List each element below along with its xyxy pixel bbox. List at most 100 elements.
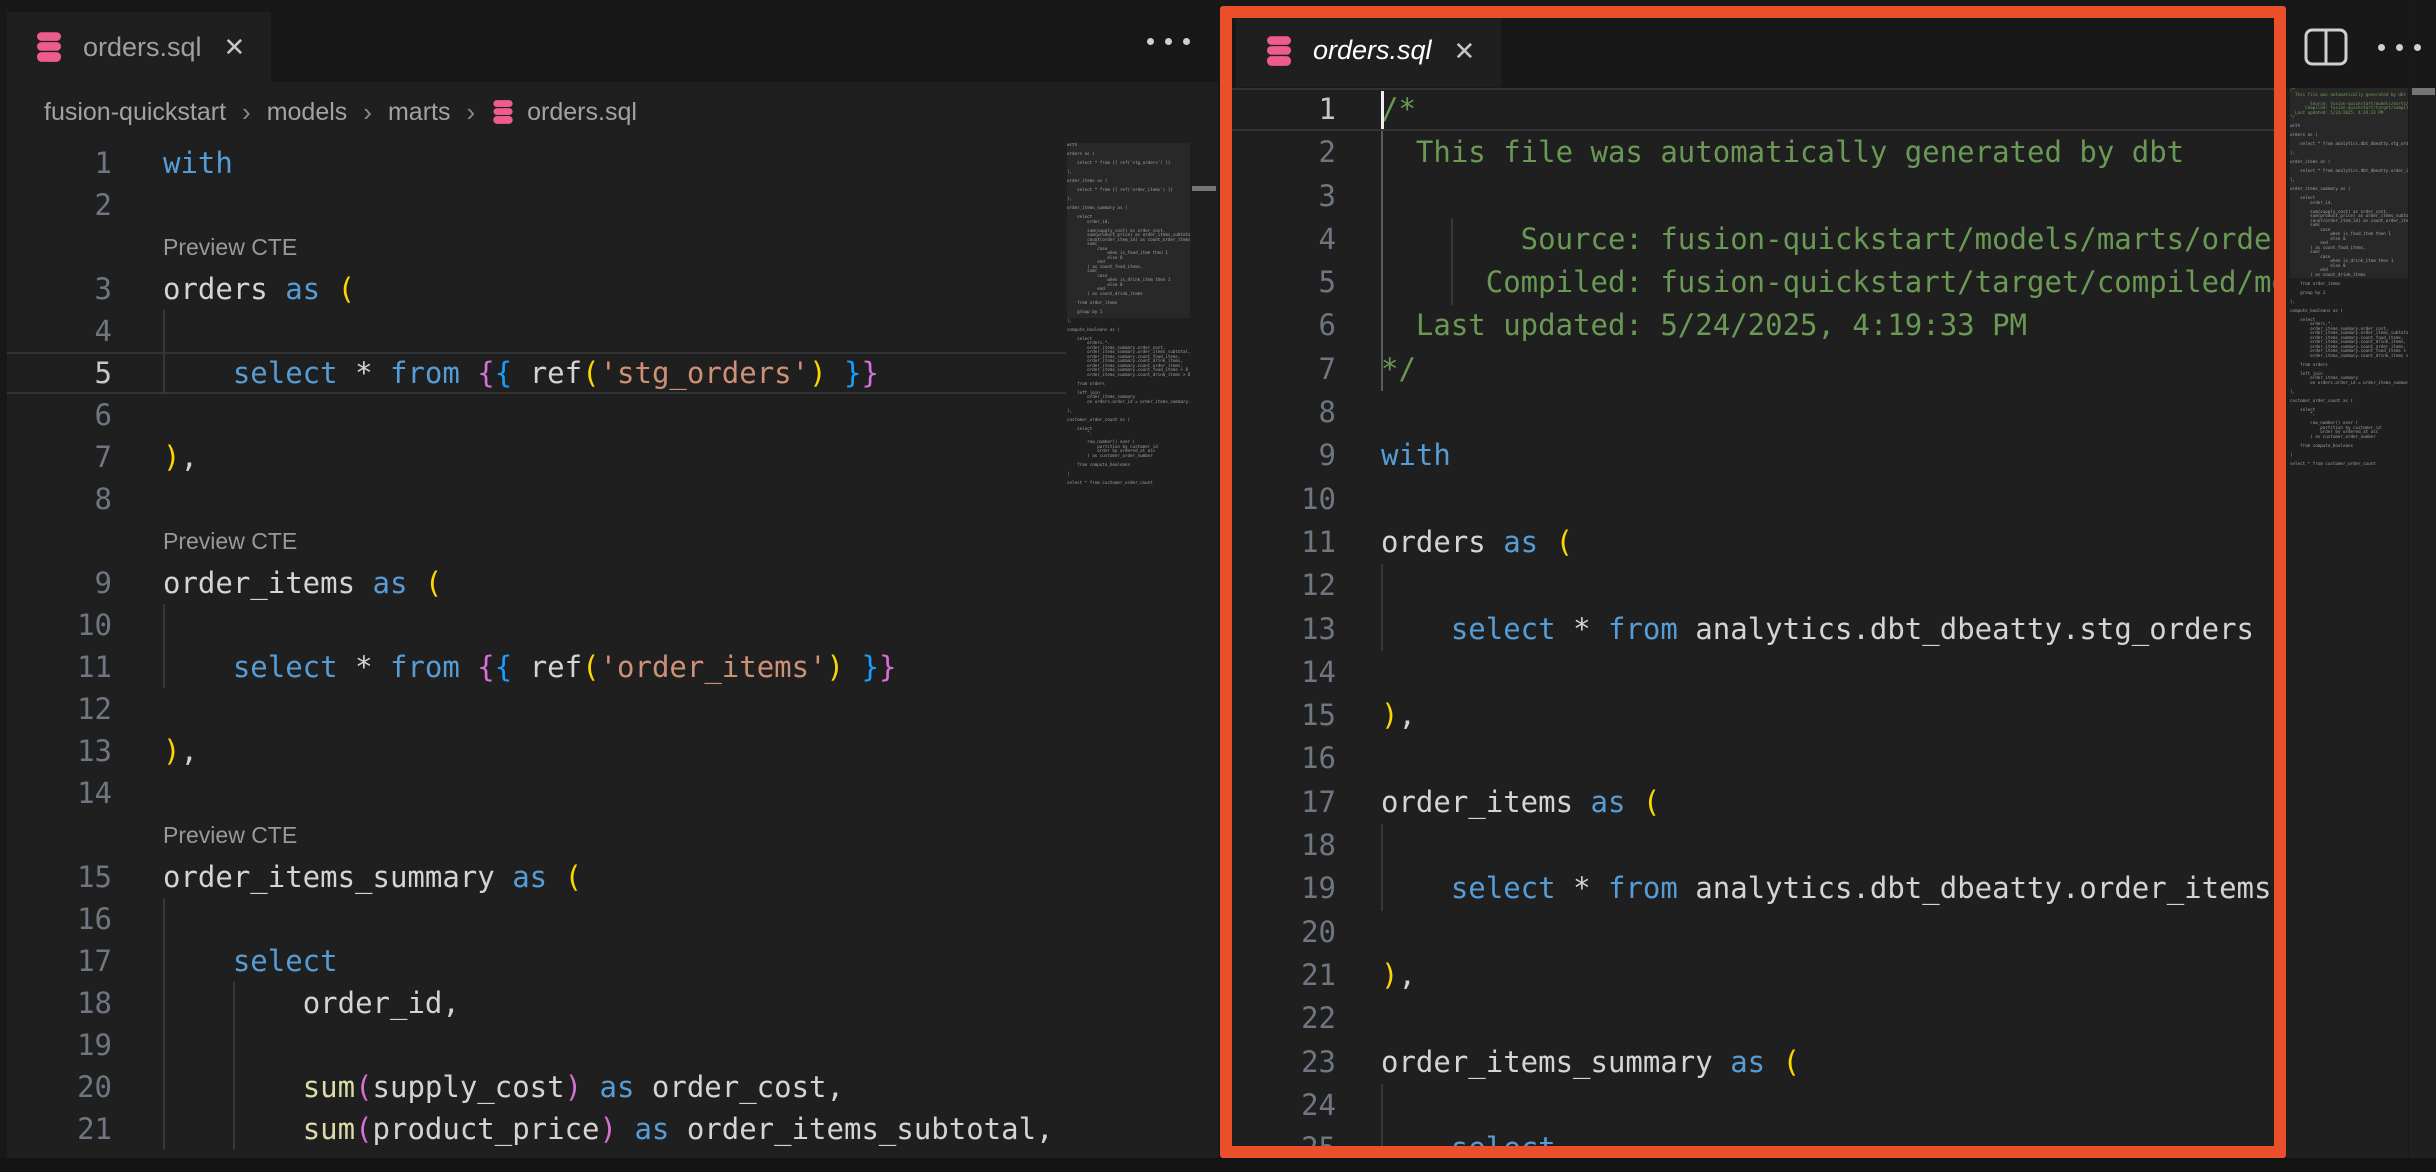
indent-guide — [163, 604, 165, 688]
code-line: 19 select * from analytics.dbt_dbeatty.o… — [1221, 867, 2276, 910]
line-number: 12 — [1221, 564, 1336, 607]
code-line: 3orders as ( — [0, 268, 1066, 310]
code-line: 21), — [1221, 954, 2276, 997]
codelens-row: Preview CTE — [0, 226, 1066, 268]
code-line: 13 select * from analytics.dbt_dbeatty.s… — [1221, 608, 2276, 651]
codelens-preview-cte[interactable]: Preview CTE — [163, 520, 297, 562]
line-number: 17 — [0, 940, 112, 982]
line-number — [0, 226, 112, 268]
more-actions-icon[interactable] — [1147, 38, 1190, 45]
line-number: 5 — [0, 352, 112, 394]
code-line: 16 — [1221, 737, 2276, 780]
line-number: 14 — [1221, 651, 1336, 694]
right-tab-bar: orders.sql ✕ — [1221, 0, 2436, 88]
line-number: 2 — [1221, 131, 1336, 174]
indent-guide — [1381, 824, 1383, 911]
code-editor-source[interactable]: 1with2Preview CTE3orders as (45 select *… — [0, 142, 1066, 1150]
line-number: 2 — [0, 184, 112, 226]
line-number: 7 — [1221, 348, 1336, 391]
tab-orders-sql-compiled[interactable]: orders.sql ✕ — [1236, 14, 1501, 87]
line-number: 3 — [1221, 175, 1336, 218]
code-line: 22 — [1221, 997, 2276, 1040]
code-line: 9order_items as ( — [0, 562, 1066, 604]
line-number: 14 — [0, 772, 112, 814]
line-number: 17 — [1221, 781, 1336, 824]
code-line: 8 — [1221, 391, 2276, 434]
line-number: 8 — [1221, 391, 1336, 434]
code-line: 20 — [1221, 911, 2276, 954]
line-number: 4 — [1221, 218, 1336, 261]
line-number: 18 — [0, 982, 112, 1024]
code-line: 25 select — [1221, 1127, 2276, 1158]
minimap-line: select * from customer_order_count — [1067, 481, 1190, 486]
minimap-line: on orders.order_id = order_items_summary… — [2290, 381, 2408, 386]
code-line: 11orders as ( — [1221, 521, 2276, 564]
code-line: 10 — [1221, 478, 2276, 521]
breadcrumb: fusion-quickstart › models › marts › ord… — [0, 82, 1218, 142]
vscode-window: orders.sql ✕ fusion-quickstart › models … — [0, 0, 2436, 1172]
code-line: 7), — [0, 436, 1066, 478]
line-number: 10 — [1221, 478, 1336, 521]
minimap-line: order_items_summary.count_drink_items > … — [2290, 354, 2408, 359]
code-line: 8 — [0, 478, 1066, 520]
database-file-icon — [491, 99, 515, 125]
code-line: 7*/ — [1221, 348, 2276, 391]
code-line: 15), — [1221, 694, 2276, 737]
line-number: 7 — [0, 436, 112, 478]
code-editor-compiled[interactable]: 1/*2 This file was automatically generat… — [1221, 88, 2276, 1158]
line-number: 11 — [1221, 521, 1336, 564]
tab-orders-sql-left[interactable]: orders.sql ✕ — [6, 12, 271, 82]
indent-guide — [1381, 1084, 1383, 1158]
code-line: 12 — [0, 688, 1066, 730]
codelens-preview-cte[interactable]: Preview CTE — [163, 814, 297, 856]
code-line: 24 — [1221, 1084, 2276, 1127]
line-number: 9 — [1221, 434, 1336, 477]
split-editor-icon[interactable] — [2304, 28, 2348, 66]
chevron-right-icon: › — [466, 97, 475, 128]
minimap-slider[interactable] — [1067, 143, 1190, 318]
line-number: 20 — [1221, 911, 1336, 954]
line-number — [0, 520, 112, 562]
breadcrumb-item-marts[interactable]: marts — [388, 98, 451, 127]
tab-close-icon[interactable]: ✕ — [224, 34, 246, 60]
line-number: 5 — [1221, 261, 1336, 304]
line-number: 1 — [1221, 88, 1336, 131]
code-line: 14 — [1221, 651, 2276, 694]
code-line: 16 — [0, 898, 1066, 940]
indent-guide — [163, 310, 165, 394]
line-number: 12 — [0, 688, 112, 730]
code-line: 19 — [0, 1024, 1066, 1066]
line-number: 3 — [0, 268, 112, 310]
line-number: 6 — [1221, 304, 1336, 347]
line-number: 8 — [0, 478, 112, 520]
code-line: 6 — [0, 394, 1066, 436]
tab-close-icon[interactable]: ✕ — [1454, 38, 1476, 64]
code-line: 11 select * from {{ ref('order_items') }… — [0, 646, 1066, 688]
codelens-row: Preview CTE — [0, 814, 1066, 856]
line-number: 22 — [1221, 997, 1336, 1040]
window-edge — [0, 0, 7, 1158]
breadcrumb-item-models[interactable]: models — [267, 98, 348, 127]
tab-label: orders.sql — [1313, 35, 1432, 66]
vertical-scrollbar[interactable] — [1190, 0, 1218, 1158]
indent-guide — [233, 982, 235, 1150]
breadcrumb-item-project[interactable]: fusion-quickstart — [44, 98, 226, 127]
minimap-slider[interactable] — [2290, 88, 2408, 278]
minimap-line: on orders.order_id = order_items_summary… — [1067, 400, 1190, 405]
line-number: 25 — [1221, 1127, 1336, 1158]
editor-group-left: orders.sql ✕ fusion-quickstart › models … — [0, 0, 1218, 1158]
vertical-scrollbar[interactable] — [2408, 0, 2436, 1158]
indent-guide — [163, 898, 165, 1150]
line-number: 24 — [1221, 1084, 1336, 1127]
codelens-row: Preview CTE — [0, 520, 1066, 562]
line-number: 9 — [0, 562, 112, 604]
chevron-right-icon: › — [242, 97, 251, 128]
code-line: 15order_items_summary as ( — [0, 856, 1066, 898]
codelens-preview-cte[interactable]: Preview CTE — [163, 226, 297, 268]
line-number: 21 — [0, 1108, 112, 1150]
line-number: 6 — [0, 394, 112, 436]
code-line: 2 — [0, 184, 1066, 226]
line-number: 13 — [1221, 608, 1336, 651]
breadcrumb-item-file[interactable]: orders.sql — [491, 98, 637, 127]
code-line: 1/* — [1221, 88, 2276, 131]
